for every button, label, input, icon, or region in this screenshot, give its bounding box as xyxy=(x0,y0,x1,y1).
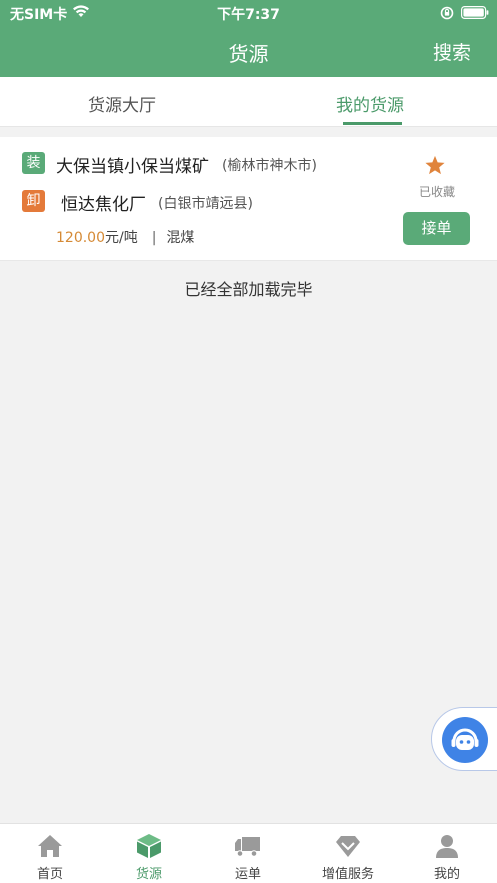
tabbar-label-cargo: 货源 xyxy=(135,867,162,882)
origin-region: (榆林市神木市) xyxy=(222,158,317,174)
price-separator: | xyxy=(151,230,157,246)
tabbar-label-waybill: 运单 xyxy=(234,867,261,882)
cargo-type: 混煤 xyxy=(166,230,195,246)
page-title: 货源 xyxy=(228,42,269,66)
battery-icon xyxy=(461,6,489,19)
active-tab-indicator xyxy=(343,122,402,125)
price-row: 120.00元/吨 | 混煤 xyxy=(56,227,194,247)
tabbar-item-mine[interactable]: 我的 xyxy=(397,824,497,883)
customer-service-button[interactable] xyxy=(431,707,497,771)
tabbar-label-services: 增值服务 xyxy=(321,867,374,882)
accept-order-button[interactable]: 接单 xyxy=(403,212,470,245)
bottom-tab-bar: 首页 货源 运单 增值服务 我的 xyxy=(0,823,497,883)
diamond-icon xyxy=(336,836,360,857)
tabbar-item-cargo[interactable]: 货源 xyxy=(99,824,199,883)
favorited-label: 已收藏 xyxy=(419,185,456,199)
destination-region: (白银市靖远县) xyxy=(158,196,253,212)
customer-service-icon-bg xyxy=(442,717,488,763)
status-bar: 无SIM卡 下午7:37 xyxy=(0,0,497,26)
truck-icon xyxy=(235,837,260,857)
origin-name: 大保当镇小保当煤矿 xyxy=(56,157,209,177)
list-end-message: 已经全部加载完毕 xyxy=(184,280,313,299)
cargo-listing-card[interactable]: 装 大保当镇小保当煤矿 (榆林市神木市) 卸 恒达焦化厂 (白银市靖远县) 12… xyxy=(0,137,497,261)
cargo-box-icon xyxy=(137,834,161,858)
search-button[interactable]: 搜索 xyxy=(433,38,471,65)
price-unit: 元/吨 xyxy=(105,230,138,246)
tabbar-label-mine: 我的 xyxy=(433,867,460,882)
person-icon xyxy=(436,835,458,858)
tabbar-item-waybill[interactable]: 运单 xyxy=(198,824,298,883)
destination-name: 恒达焦化厂 xyxy=(61,195,146,215)
price-value: 120.00 xyxy=(56,230,105,246)
tabbar-item-services[interactable]: 增值服务 xyxy=(298,824,398,883)
star-icon[interactable] xyxy=(424,155,446,176)
tab-my-cargo[interactable]: 我的货源 xyxy=(336,91,404,116)
header: 无SIM卡 下午7:37 货源 搜索 xyxy=(0,0,497,77)
home-icon xyxy=(38,835,62,857)
clock: 下午7:37 xyxy=(217,7,280,23)
load-badge: 装 xyxy=(22,152,45,174)
unload-badge: 卸 xyxy=(22,190,45,212)
rotation-lock-icon xyxy=(440,6,454,20)
tabbar-item-home[interactable]: 首页 xyxy=(0,824,100,883)
source-tabs: 货源大厅 我的货源 xyxy=(0,77,497,127)
tabbar-label-home: 首页 xyxy=(36,867,63,882)
tab-cargo-hall[interactable]: 货源大厅 xyxy=(88,91,156,116)
headset-icon xyxy=(451,728,479,750)
